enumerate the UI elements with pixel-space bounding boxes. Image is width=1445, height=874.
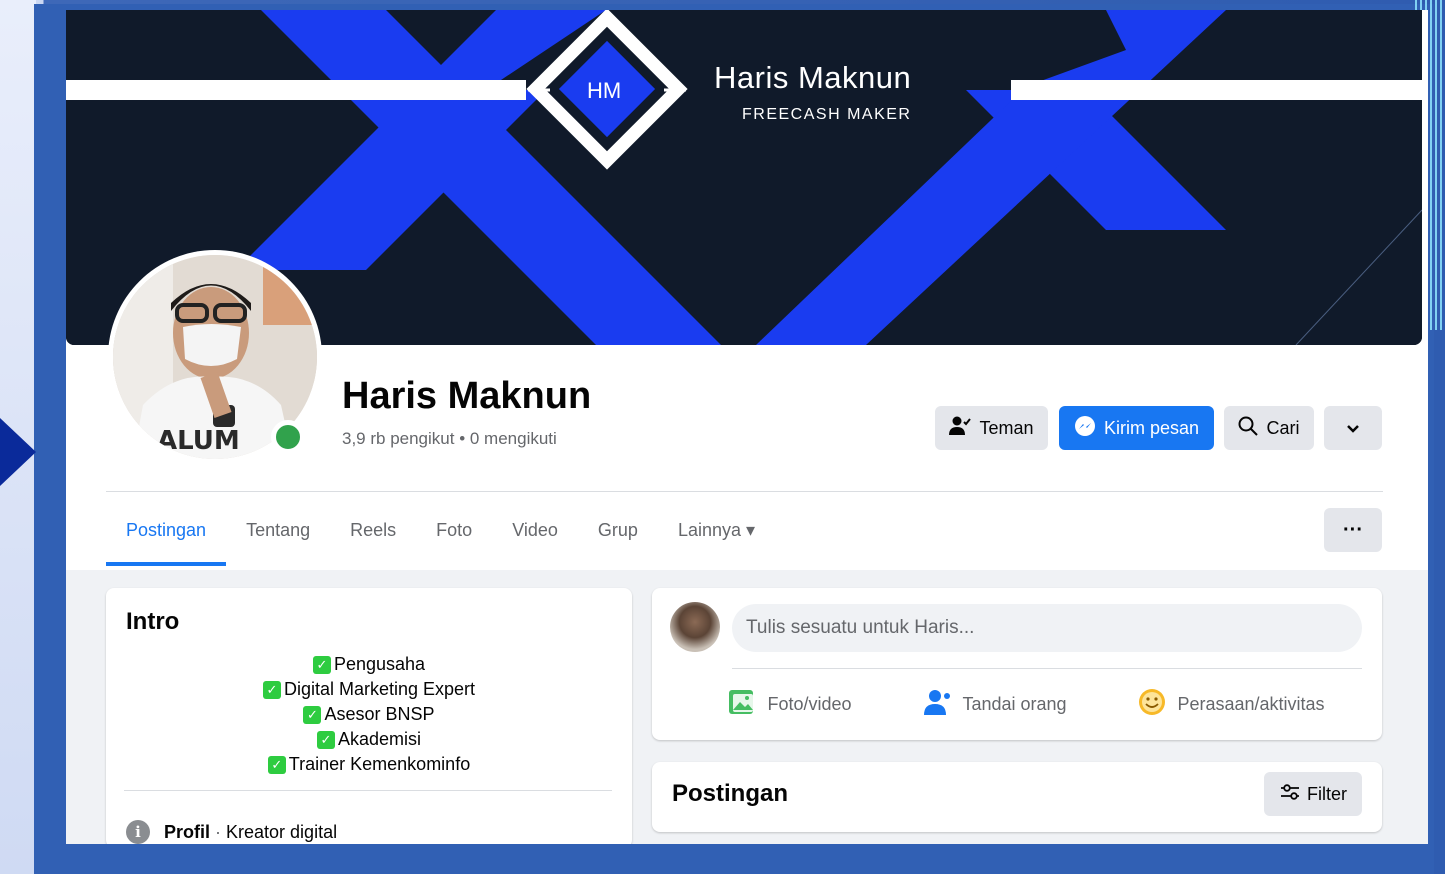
profile-name: Haris Maknun	[342, 375, 592, 417]
tab-grup[interactable]: Grup	[578, 506, 658, 566]
more-options-button[interactable]	[1324, 406, 1382, 450]
feeling-activity-button[interactable]: Perasaan/aktivitas	[1137, 682, 1325, 726]
intro-item-text: Asesor BNSP	[324, 704, 435, 724]
checkbox-icon: ✓	[267, 755, 286, 774]
profile-category-separator: ·	[210, 821, 227, 842]
intro-item: ✓ Digital Marketing Expert	[106, 677, 632, 702]
cover-title: Haris Maknun	[714, 60, 912, 95]
checkbox-icon: ✓	[303, 705, 322, 724]
tab-video[interactable]: Video	[492, 506, 578, 566]
messenger-icon	[1074, 415, 1096, 442]
svg-text:ALUM: ALUM	[157, 426, 240, 456]
arrow-decoration	[0, 418, 36, 486]
checkbox-icon: ✓	[262, 680, 281, 699]
intro-item-text: Trainer Kemenkominfo	[288, 754, 471, 774]
posts-header-card: Postingan Filter	[652, 762, 1382, 832]
post-composer: Tulis sesuatu untuk Haris... Foto/video …	[652, 588, 1382, 740]
search-label: Cari	[1266, 417, 1300, 438]
composer-divider	[732, 668, 1362, 669]
friends-button[interactable]: Teman	[935, 406, 1048, 450]
profile-page: HM Haris Maknun FREECASH MAKER ALUM Hari…	[66, 10, 1428, 844]
header-divider	[106, 491, 1383, 492]
profile-category: i Profil · Kreator digital	[126, 820, 337, 844]
intro-item-text: Akademisi	[337, 729, 422, 749]
profile-category-value: Kreator digital	[226, 821, 338, 842]
friend-check-icon	[949, 416, 972, 441]
cover-subtitle: FREECASH MAKER	[742, 106, 912, 123]
tab-foto[interactable]: Foto	[416, 506, 492, 566]
intro-divider	[124, 790, 612, 791]
filter-sliders-icon	[1279, 783, 1301, 806]
tab-reels[interactable]: Reels	[330, 506, 416, 566]
posts-title: Postingan	[672, 780, 789, 807]
checkbox-icon: ✓	[312, 655, 331, 674]
tag-people-button[interactable]: Tandai orang	[922, 682, 1067, 726]
filter-label: Filter	[1307, 783, 1347, 804]
intro-item: ✓ Akademisi	[106, 727, 632, 752]
photo-video-button[interactable]: Foto/video	[727, 682, 852, 726]
ellipsis-icon: ···	[1343, 518, 1363, 541]
tab-lainnya[interactable]: Lainnya ▾	[658, 506, 775, 566]
checkbox-icon: ✓	[316, 730, 335, 749]
intro-item: ✓ Asesor BNSP	[106, 702, 632, 727]
search-button[interactable]: Cari	[1224, 406, 1314, 450]
photo-icon	[727, 688, 757, 721]
chevron-down-icon	[1346, 418, 1360, 439]
smiley-icon	[1137, 687, 1167, 722]
tab-postingan[interactable]: Postingan	[106, 506, 227, 566]
tag-people-label: Tandai orang	[962, 693, 1067, 714]
intro-list: ✓ Pengusaha ✓ Digital Marketing Expert ✓ As…	[106, 652, 632, 777]
composer-actions: Foto/video Tandai orang Perasaan/aktivit…	[652, 682, 1382, 726]
intro-item: ✓ Pengusaha	[106, 652, 632, 677]
intro-title: Intro	[126, 608, 180, 635]
tab-tentang[interactable]: Tentang	[226, 506, 330, 566]
tag-people-icon	[922, 688, 952, 721]
logo-text: HM	[587, 78, 622, 103]
send-message-label: Kirim pesan	[1103, 417, 1200, 438]
send-message-button[interactable]: Kirim pesan	[1059, 406, 1214, 450]
photo-video-label: Foto/video	[767, 693, 852, 714]
intro-item: ✓ Trainer Kemenkominfo	[106, 752, 632, 777]
follower-stats[interactable]: 3,9 rb pengikut • 0 mengikuti	[342, 429, 557, 449]
search-icon	[1238, 416, 1259, 441]
composer-input[interactable]: Tulis sesuatu untuk Haris...	[732, 604, 1362, 652]
intro-card: Intro ✓ Pengusaha ✓ Digital Marketing Expe…	[106, 588, 632, 844]
feeling-activity-label: Perasaan/aktivitas	[1177, 693, 1325, 714]
profile-tabs: Postingan Tentang Reels Foto Video Grup …	[106, 506, 775, 566]
info-icon: i	[126, 820, 150, 844]
online-status-indicator	[271, 420, 305, 454]
viewer-avatar[interactable]	[670, 602, 720, 652]
tab-more-button[interactable]: ···	[1324, 508, 1382, 552]
intro-item-text: Pengusaha	[333, 654, 426, 674]
intro-item-text: Digital Marketing Expert	[283, 679, 476, 699]
profile-category-label: Profil	[164, 821, 211, 842]
filter-button[interactable]: Filter	[1264, 772, 1362, 816]
friends-label: Teman	[979, 417, 1034, 438]
